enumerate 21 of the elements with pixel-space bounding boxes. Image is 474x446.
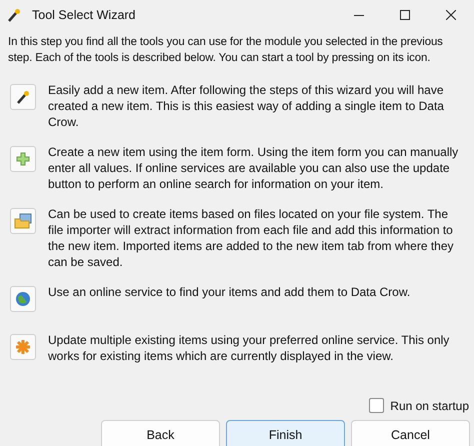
tool-button[interactable] <box>10 84 36 110</box>
tool-description: Create a new item using the item form. Using the item form you can manually enter all values. If online services are available you can also use the update button to perform an online search for information on your item. <box>48 144 460 192</box>
wizard-button[interactable]: Finish <box>226 420 345 446</box>
tool-description: Update multiple existing items using your preferred online service. This only works for existing items which are currently displayed in the view. <box>48 332 450 364</box>
plus-icon <box>15 151 31 167</box>
tool-description: Easily add a new item. After following the steps of this wizard you will have created a new item. This is this easiest way of adding a single item to Data Crow. <box>48 82 445 130</box>
close-icon <box>446 10 456 20</box>
globe-icon <box>15 291 31 307</box>
wizard-button[interactable]: Back <box>101 420 220 446</box>
checkbox-label: Run on startup <box>390 398 469 412</box>
tool-description: Use an online service to find your items and add them to Data Crow. <box>48 284 410 300</box>
intro-text: In this step you find all the tools you can use for the module you selected in the previous step. Each of the tools is described below. You can start a tool by pressing on its icon. <box>8 35 444 66</box>
wand-icon <box>6 7 22 23</box>
asterisk-icon <box>15 339 31 355</box>
folder-icon <box>14 213 32 229</box>
wand-icon <box>15 89 31 105</box>
tool-description: Can be used to create items based on files located on your file system. The file importer will extract information from each file and add this information to the new item. Imported items are added to the new item tab from where they can be saved. <box>48 206 455 270</box>
checkbox[interactable] <box>369 398 384 413</box>
wizard-button[interactable]: Cancel <box>351 420 470 446</box>
maximize-icon <box>400 10 410 20</box>
window-title: Tool Select Wizard <box>32 8 137 22</box>
